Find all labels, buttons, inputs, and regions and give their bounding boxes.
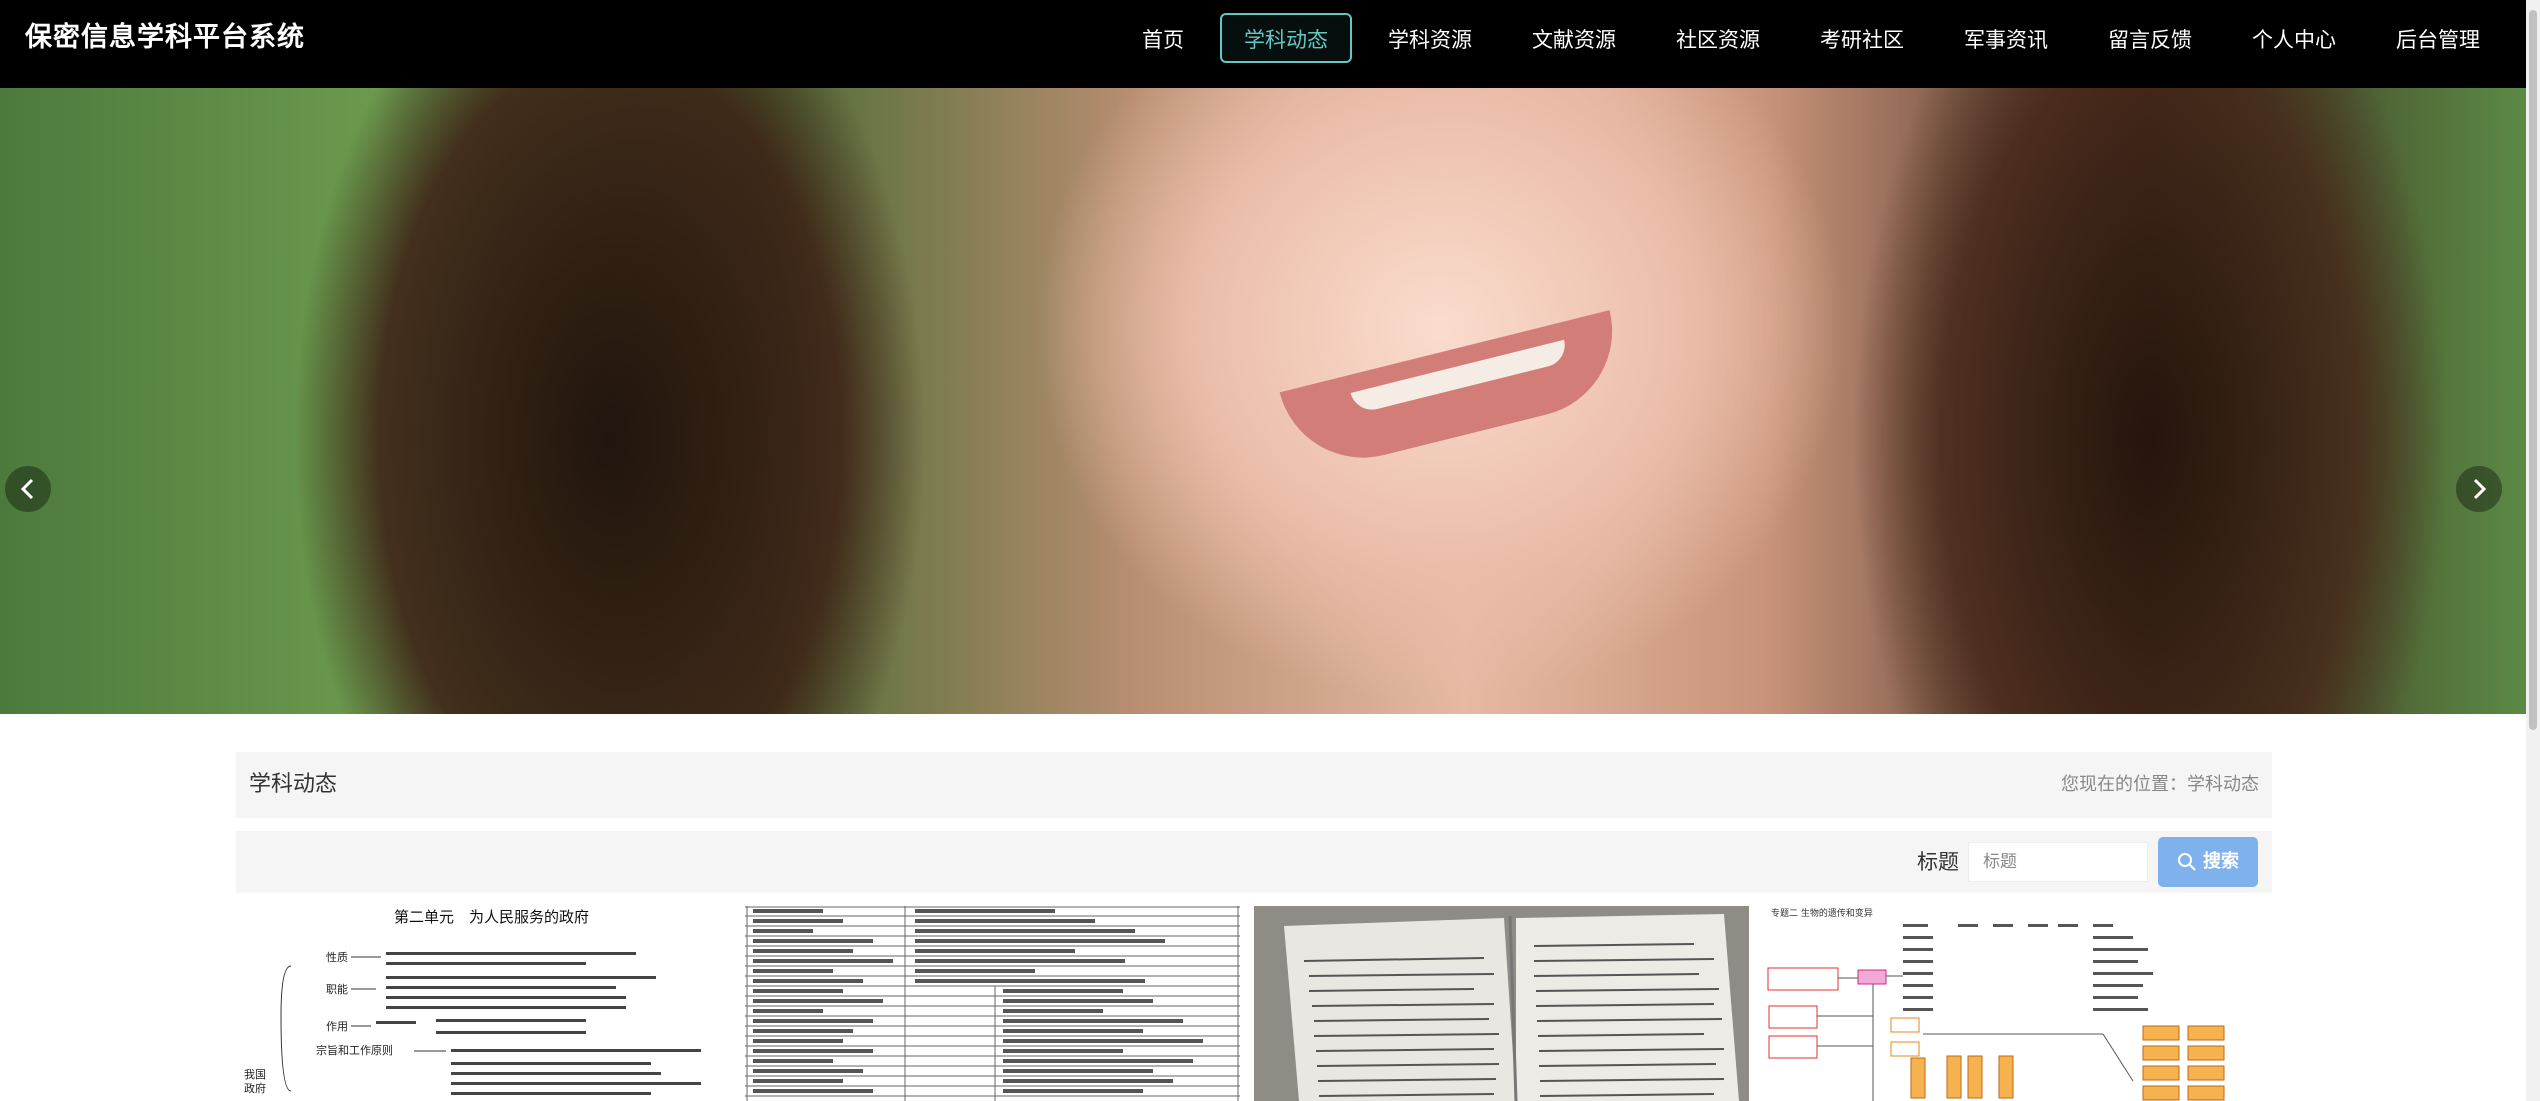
svg-text:宗旨和工作原则: 宗旨和工作原则 <box>316 1043 393 1057</box>
nav-item-personal-center[interactable]: 个人中心 <box>2228 13 2360 63</box>
main-nav: 首页 学科动态 学科资源 文献资源 社区资源 考研社区 军事资讯 留言反馈 个人… <box>1106 13 2504 63</box>
chevron-left-icon <box>20 478 34 500</box>
card-thumbnail-heading: 专题二 生物的遗传和变异 <box>1771 907 1873 919</box>
nav-item-feedback[interactable]: 留言反馈 <box>2084 13 2216 63</box>
search-button[interactable]: 搜索 <box>2158 837 2258 887</box>
chevron-right-icon <box>2473 478 2487 500</box>
svg-text:作用: 作用 <box>326 1020 348 1033</box>
svg-text:我国: 我国 <box>244 1068 266 1081</box>
news-card[interactable] <box>1254 906 1749 1101</box>
nav-item-literature[interactable]: 文献资源 <box>1508 13 1640 63</box>
nav-item-military-news[interactable]: 军事资讯 <box>1940 13 2072 63</box>
site-title[interactable]: 保密信息学科平台系统 <box>25 0 305 88</box>
nav-item-home[interactable]: 首页 <box>1118 13 1208 63</box>
news-card-grid: 第二单元 为人民服务的政府 性质 职能 作用 宗旨和工作原则 我国 政府 专题二… <box>236 906 2272 1101</box>
nav-item-subject-resources[interactable]: 学科资源 <box>1364 13 1496 63</box>
carousel-next-button[interactable] <box>2456 466 2502 512</box>
svg-text:性质: 性质 <box>326 950 348 964</box>
news-card[interactable]: 专题二 生物的遗传和变异 <box>1763 906 2258 1101</box>
search-label: 标题 <box>1917 850 1959 874</box>
svg-text:职能: 职能 <box>326 982 348 996</box>
banner-carousel <box>0 88 2526 714</box>
top-navbar: 保密信息学科平台系统 首页 学科动态 学科资源 文献资源 社区资源 考研社区 军… <box>0 0 2526 88</box>
scrollbar-thumb[interactable] <box>2529 10 2537 730</box>
card-thumbnail-heading: 第二单元 为人民服务的政府 <box>394 908 589 926</box>
nav-item-subject-news[interactable]: 学科动态 <box>1220 13 1352 63</box>
title-search-input[interactable] <box>1968 842 2148 882</box>
banner-photo-detail <box>1279 310 1631 476</box>
nav-item-grad-exam-community[interactable]: 考研社区 <box>1796 13 1928 63</box>
card-thumbnail <box>1254 906 1749 1101</box>
search-icon <box>2178 853 2196 871</box>
nav-item-admin[interactable]: 后台管理 <box>2372 13 2504 63</box>
card-thumbnail: 第二单元 为人民服务的政府 性质 职能 作用 宗旨和工作原则 我国 政府 <box>236 906 731 1101</box>
card-thumbnail: 专题二 生物的遗传和变异 <box>1763 906 2258 1101</box>
news-card[interactable]: 第二单元 为人民服务的政府 性质 职能 作用 宗旨和工作原则 我国 政府 <box>236 906 731 1101</box>
nav-item-community-resources[interactable]: 社区资源 <box>1652 13 1784 63</box>
section-header: 学科动态 您现在的位置：学科动态 <box>236 752 2272 818</box>
search-button-label: 搜索 <box>2203 851 2239 872</box>
card-thumbnail <box>745 906 1240 1101</box>
carousel-prev-button[interactable] <box>5 466 51 512</box>
news-card[interactable] <box>745 906 1240 1101</box>
page-scrollbar[interactable] <box>2526 0 2540 1101</box>
search-bar: 标题 搜索 <box>236 831 2272 893</box>
page-title: 学科动态 <box>249 772 338 797</box>
svg-text:政府: 政府 <box>244 1081 266 1095</box>
breadcrumb: 您现在的位置：学科动态 <box>2061 774 2259 795</box>
